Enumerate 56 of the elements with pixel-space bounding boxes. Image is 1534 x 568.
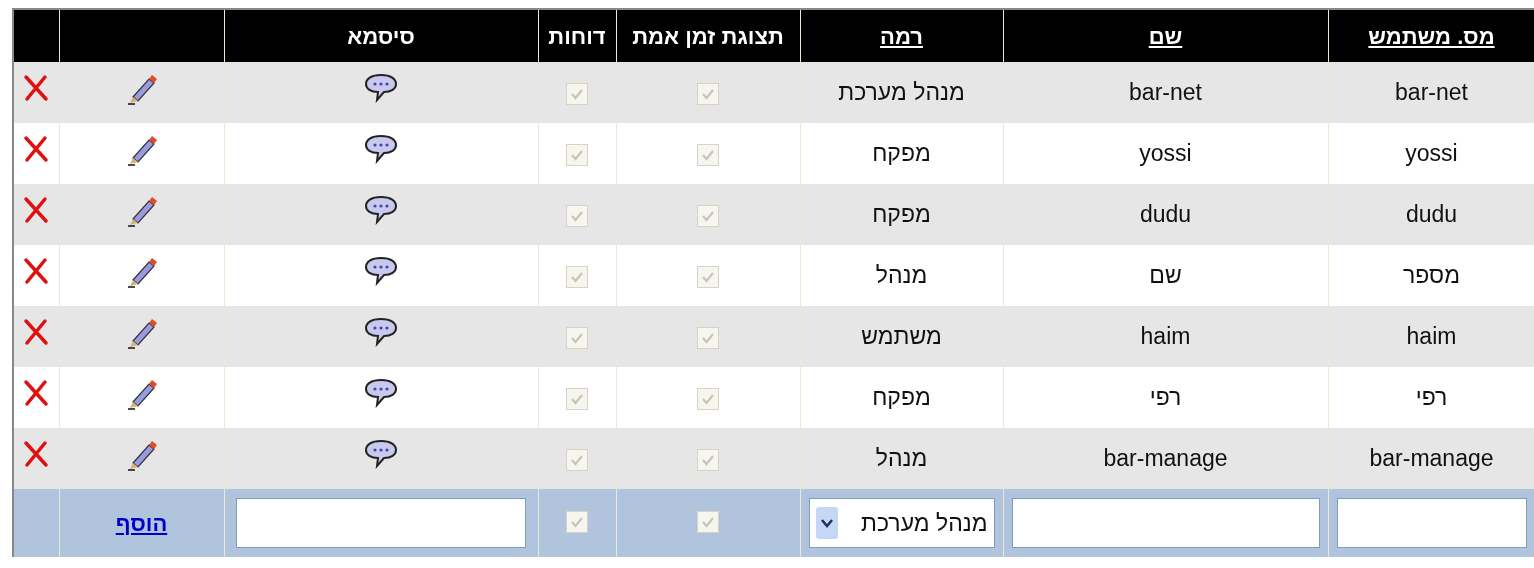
user-level: מפקח — [872, 140, 931, 167]
user-number: bar-manage — [1369, 445, 1494, 472]
speech-bubble-icon[interactable] — [364, 72, 398, 103]
user-level: מפקח — [872, 384, 931, 411]
check-icon — [570, 393, 584, 406]
user-level: משתמש — [861, 323, 942, 350]
check-icon — [701, 332, 715, 345]
check-icon — [701, 88, 715, 101]
user-level: מנהל — [875, 445, 928, 472]
check-icon — [701, 271, 715, 284]
check-icon — [701, 516, 715, 528]
delete-icon[interactable] — [23, 317, 50, 346]
user-name: שם — [1149, 262, 1182, 289]
user-number-field[interactable] — [1336, 498, 1527, 548]
delete-icon[interactable] — [23, 256, 50, 285]
user-number: yossi — [1405, 140, 1458, 167]
user-name: רפי — [1149, 384, 1182, 411]
user-number: רפי — [1415, 384, 1448, 411]
check-icon — [570, 210, 584, 223]
check-icon — [570, 454, 584, 467]
user-name-field[interactable] — [1011, 498, 1320, 548]
check-icon — [701, 210, 715, 223]
user-level: מנהל — [875, 262, 928, 289]
check-icon — [701, 454, 715, 467]
speech-bubble-icon[interactable] — [364, 438, 398, 469]
level-dropdown[interactable]: מנהל מערכת — [808, 498, 995, 548]
user-number: haim — [1406, 323, 1457, 350]
speech-bubble-icon[interactable] — [364, 316, 398, 347]
speech-bubble-icon[interactable] — [364, 133, 398, 164]
delete-icon[interactable] — [23, 378, 50, 407]
check-icon — [570, 516, 584, 528]
speech-bubble-icon[interactable] — [364, 255, 398, 286]
speech-bubble-icon[interactable] — [364, 377, 398, 408]
user-name: bar-manage — [1103, 445, 1228, 472]
check-icon — [701, 149, 715, 162]
delete-icon[interactable] — [23, 439, 50, 468]
user-name: haim — [1140, 323, 1191, 350]
delete-icon[interactable] — [23, 195, 50, 224]
user-number: dudu — [1405, 201, 1458, 228]
user-number: bar-net — [1395, 79, 1468, 106]
user-name: bar-net — [1129, 79, 1202, 106]
password-field[interactable] — [236, 498, 526, 548]
delete-icon[interactable] — [23, 73, 50, 102]
user-level: מפקח — [872, 201, 931, 228]
user-name: dudu — [1139, 201, 1192, 228]
check-icon — [701, 393, 715, 406]
user-number: מספר — [1403, 262, 1460, 289]
user-name: yossi — [1139, 140, 1192, 167]
check-icon — [570, 332, 584, 345]
check-icon — [570, 271, 584, 284]
add-link[interactable]: הוסף — [115, 510, 168, 536]
speech-bubble-icon[interactable] — [364, 194, 398, 225]
check-icon — [570, 149, 584, 162]
delete-icon[interactable] — [23, 134, 50, 163]
user-level: מנהל מערכת — [838, 79, 965, 106]
check-icon — [570, 88, 584, 101]
